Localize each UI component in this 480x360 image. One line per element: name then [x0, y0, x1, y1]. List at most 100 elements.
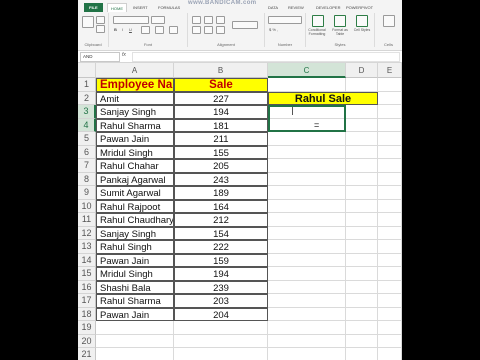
cell[interactable]	[174, 334, 268, 348]
cell[interactable]	[268, 348, 346, 360]
sale-cell[interactable]: 211	[174, 132, 268, 146]
cell[interactable]	[268, 267, 346, 281]
align-middle-icon[interactable]	[204, 16, 213, 24]
cell[interactable]	[174, 348, 268, 360]
cell[interactable]	[268, 226, 346, 240]
number-format-dropdown[interactable]	[268, 16, 302, 24]
cell[interactable]	[268, 280, 346, 294]
cell[interactable]	[378, 334, 402, 348]
sale-cell[interactable]: 194	[174, 105, 268, 119]
cell[interactable]	[346, 334, 378, 348]
select-all-corner[interactable]	[78, 63, 96, 78]
sale-cell[interactable]: 204	[174, 307, 268, 321]
row-header[interactable]: 11	[78, 213, 96, 227]
cell[interactable]	[378, 348, 402, 360]
row-header[interactable]: 6	[78, 145, 96, 159]
font-name-dropdown[interactable]	[113, 16, 149, 24]
sale-cell[interactable]: 239	[174, 280, 268, 294]
header-sale[interactable]: Sale	[174, 78, 268, 92]
cell[interactable]	[346, 159, 378, 173]
cell[interactable]	[378, 213, 402, 227]
cell[interactable]	[268, 307, 346, 321]
employee-name-cell[interactable]: Shashi Bala	[96, 280, 174, 294]
employee-name-cell[interactable]: Rahul Chaudhary	[96, 213, 174, 227]
sale-cell[interactable]: 155	[174, 145, 268, 159]
cell[interactable]	[378, 159, 402, 173]
row-header[interactable]: 17	[78, 294, 96, 308]
sale-cell[interactable]: 181	[174, 118, 268, 132]
tab-insert[interactable]: INSERT	[133, 3, 148, 12]
align-center-icon[interactable]	[204, 26, 213, 34]
column-header-e[interactable]: E	[378, 63, 402, 78]
cell[interactable]	[378, 307, 402, 321]
fx-icon[interactable]: fx	[122, 52, 126, 58]
cell[interactable]	[268, 213, 346, 227]
employee-name-cell[interactable]: Pankaj Agarwal	[96, 172, 174, 186]
cell-styles-icon[interactable]	[356, 15, 368, 27]
cell[interactable]	[378, 78, 402, 92]
row-header[interactable]: 7	[78, 159, 96, 173]
row-header[interactable]: 13	[78, 240, 96, 254]
column-header-a[interactable]: A	[96, 63, 174, 78]
cell[interactable]	[268, 240, 346, 254]
tab-formulas[interactable]: FORMULAS	[158, 3, 180, 12]
cell[interactable]	[346, 226, 378, 240]
cell[interactable]	[378, 280, 402, 294]
tab-powerpivot[interactable]: POWERPIVOT	[346, 3, 373, 12]
cell[interactable]	[268, 172, 346, 186]
align-right-icon[interactable]	[216, 26, 225, 34]
cell[interactable]	[346, 105, 378, 119]
fill-color-icon[interactable]	[155, 26, 164, 34]
spreadsheet-grid[interactable]: ABCDE 1Employee NameSale 2Amit227Rahul Sal…	[78, 63, 402, 360]
employee-name-cell[interactable]: Sanjay Singh	[96, 105, 174, 119]
cell[interactable]	[346, 118, 378, 132]
tab-file[interactable]: FILE	[84, 3, 103, 12]
font-color-icon[interactable]	[169, 26, 178, 34]
row-header[interactable]: 21	[78, 348, 96, 360]
employee-name-cell[interactable]: Mridul Singh	[96, 145, 174, 159]
cell[interactable]	[268, 145, 346, 159]
align-bottom-icon[interactable]	[216, 16, 225, 24]
cell[interactable]	[268, 294, 346, 308]
cell[interactable]	[346, 307, 378, 321]
employee-name-cell[interactable]: Sumit Agarwal	[96, 186, 174, 200]
borders-icon[interactable]	[141, 26, 150, 34]
employee-name-cell[interactable]: Rahul Rajpoot	[96, 199, 174, 213]
row-header[interactable]: 8	[78, 172, 96, 186]
cell[interactable]	[268, 78, 346, 92]
tab-review[interactable]: REVIEW	[288, 3, 304, 12]
cell[interactable]	[378, 105, 402, 119]
cell[interactable]	[378, 91, 402, 105]
sale-cell[interactable]: 154	[174, 226, 268, 240]
conditional-formatting-icon[interactable]	[312, 15, 324, 27]
employee-name-cell[interactable]: Pawan Jain	[96, 132, 174, 146]
cell[interactable]	[346, 199, 378, 213]
tab-developer[interactable]: DEVELOPER	[316, 3, 340, 12]
insert-cells-icon[interactable]	[383, 15, 395, 27]
formula-input[interactable]	[132, 52, 400, 62]
cell[interactable]	[378, 321, 402, 335]
cell[interactable]	[268, 334, 346, 348]
employee-name-cell[interactable]: Rahul Chahar	[96, 159, 174, 173]
cell[interactable]	[96, 334, 174, 348]
row-header[interactable]: 3	[78, 105, 96, 119]
cell[interactable]	[268, 159, 346, 173]
cell[interactable]	[378, 226, 402, 240]
sale-cell[interactable]: 227	[174, 91, 268, 105]
cell[interactable]	[378, 294, 402, 308]
cell[interactable]	[378, 253, 402, 267]
cell[interactable]	[346, 132, 378, 146]
cell[interactable]	[174, 321, 268, 335]
employee-name-cell[interactable]: Sanjay Singh	[96, 226, 174, 240]
sale-cell[interactable]: 159	[174, 253, 268, 267]
header-employee-name[interactable]: Employee Name	[96, 78, 174, 92]
align-left-icon[interactable]	[192, 26, 201, 34]
copy-icon[interactable]	[96, 25, 105, 33]
cell[interactable]	[346, 240, 378, 254]
row-header[interactable]: 1	[78, 78, 96, 92]
cell[interactable]	[268, 186, 346, 200]
rahul-sale-header[interactable]: Rahul Sale	[268, 91, 378, 105]
employee-name-cell[interactable]: Amit	[96, 91, 174, 105]
row-header[interactable]: 16	[78, 280, 96, 294]
column-header-b[interactable]: B	[174, 63, 268, 78]
